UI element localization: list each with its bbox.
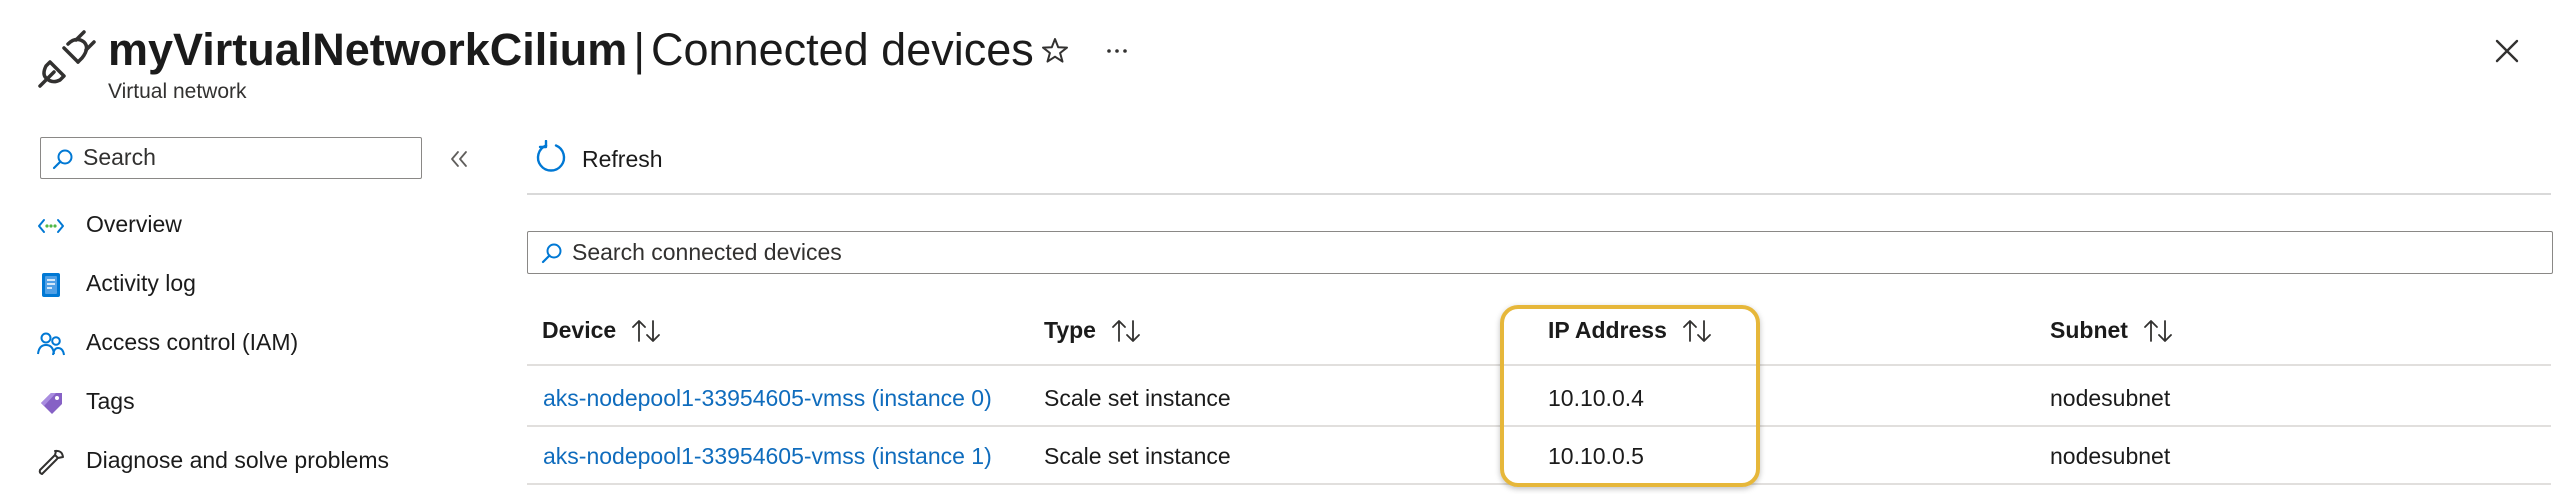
activity-log-icon	[36, 270, 66, 300]
sidebar-item-activity-log[interactable]: Activity log	[36, 259, 496, 309]
refresh-button[interactable]: Refresh	[534, 138, 684, 182]
subnet: nodesubnet	[2050, 385, 2171, 411]
refresh-icon	[534, 140, 568, 174]
toolbar-divider	[527, 193, 2551, 195]
sort-icon	[1681, 318, 1713, 344]
row-divider	[527, 483, 2551, 485]
sidebar-search-input[interactable]	[83, 142, 413, 172]
sidebar-item-label: Activity log	[86, 270, 196, 296]
device-search-input[interactable]	[572, 237, 2532, 267]
sidebar-item-access-control[interactable]: Access control (IAM)	[36, 318, 496, 368]
ip-address: 10.10.0.4	[1548, 385, 1644, 411]
sort-icon	[1110, 318, 1142, 344]
page-title: myVirtualNetworkCilium | Connected devices	[108, 22, 1034, 78]
sidebar-item-diagnose[interactable]: Diagnose and solve problems	[36, 436, 496, 486]
wrench-icon	[36, 447, 66, 477]
sort-icon	[630, 318, 662, 344]
header-divider	[527, 364, 2551, 366]
column-header-label: Device	[542, 317, 617, 343]
column-header-type[interactable]: Type	[1044, 317, 1142, 351]
collapse-sidebar-icon[interactable]	[446, 146, 472, 172]
resource-name: myVirtualNetworkCilium	[108, 24, 628, 75]
device-type: Scale set instance	[1044, 385, 1231, 411]
sidebar-item-tags[interactable]: Tags	[36, 377, 496, 427]
row-divider	[527, 425, 2551, 427]
search-icon	[540, 241, 564, 265]
sidebar-item-label: Diagnose and solve problems	[86, 447, 390, 473]
column-header-ip-address[interactable]: IP Address	[1548, 317, 1713, 351]
overview-icon	[36, 211, 66, 241]
column-header-label: IP Address	[1548, 317, 1667, 343]
ip-address: 10.10.0.5	[1548, 443, 1644, 469]
refresh-label: Refresh	[582, 146, 663, 172]
sidebar-item-overview[interactable]: Overview	[36, 200, 496, 250]
more-icon[interactable]	[1100, 34, 1134, 68]
title-separator: |	[633, 24, 646, 75]
resource-type-subtitle: Virtual network	[108, 80, 247, 103]
device-search[interactable]	[527, 231, 2553, 274]
column-header-device[interactable]: Device	[542, 317, 662, 351]
subnet: nodesubnet	[2050, 443, 2171, 469]
star-icon[interactable]	[1038, 34, 1072, 68]
device-type: Scale set instance	[1044, 443, 1231, 469]
sidebar-item-label: Overview	[86, 211, 182, 237]
column-header-subnet[interactable]: Subnet	[2050, 317, 2174, 351]
sidebar-search[interactable]	[40, 137, 422, 179]
column-header-label: Subnet	[2050, 317, 2128, 343]
plug-icon	[34, 28, 98, 92]
sidebar-item-label: Tags	[86, 388, 135, 414]
people-icon	[36, 329, 66, 359]
search-icon	[51, 147, 75, 171]
tag-icon	[36, 388, 66, 418]
column-header-label: Type	[1044, 317, 1096, 343]
close-icon[interactable]	[2490, 34, 2524, 68]
sort-icon	[2142, 318, 2174, 344]
sidebar-item-label: Access control (IAM)	[86, 329, 299, 355]
device-link[interactable]: aks-nodepool1-33954605-vmss (instance 0)	[543, 385, 992, 412]
page-name: Connected devices	[651, 24, 1034, 75]
device-link[interactable]: aks-nodepool1-33954605-vmss (instance 1)	[543, 443, 992, 470]
